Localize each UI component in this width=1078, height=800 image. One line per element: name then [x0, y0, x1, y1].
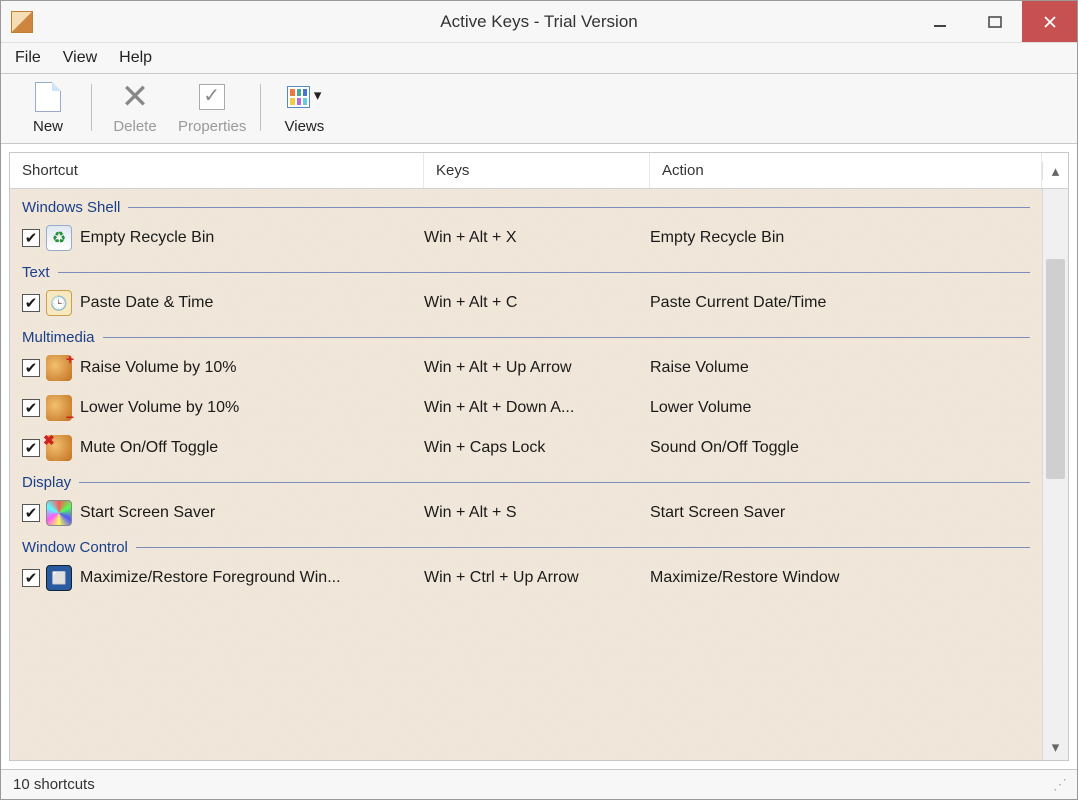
- max-icon: [46, 565, 72, 591]
- properties-label: Properties: [178, 118, 246, 135]
- shortcut-action: Paste Current Date/Time: [650, 294, 1042, 312]
- list-item[interactable]: ✔ Maximize/Restore Foreground Win...Win +…: [10, 558, 1042, 598]
- minimize-icon: [933, 15, 947, 29]
- group-divider: [58, 272, 1030, 273]
- views-label: Views: [285, 118, 325, 135]
- shortcut-action: Empty Recycle Bin: [650, 229, 1042, 247]
- voldown-icon: [46, 395, 72, 421]
- checkbox[interactable]: ✔: [22, 359, 40, 377]
- shortcut-list: Shortcut Keys Action ▴ Windows Shell ✔ Emp…: [9, 152, 1069, 761]
- saver-icon: [46, 500, 72, 526]
- minimize-button[interactable]: [912, 1, 967, 42]
- group-header[interactable]: Text: [10, 258, 1042, 283]
- group-header[interactable]: Display: [10, 468, 1042, 493]
- group-name: Window Control: [22, 539, 128, 556]
- shortcut-name: Raise Volume by 10%: [80, 359, 424, 377]
- menu-help[interactable]: Help: [119, 49, 152, 67]
- chevron-down-icon: ▾: [314, 86, 322, 104]
- window-controls: [912, 1, 1077, 42]
- shortcut-name: Maximize/Restore Foreground Win...: [80, 569, 424, 587]
- resize-grip-icon[interactable]: ⋰: [1053, 776, 1065, 793]
- clock-icon: [46, 290, 72, 316]
- toolbar: New ✕ Delete Properties ▾ Views: [1, 74, 1077, 144]
- shortcut-keys: Win + Alt + C: [424, 294, 650, 312]
- group-name: Multimedia: [22, 329, 95, 346]
- group-divider: [128, 207, 1030, 208]
- app-icon: [11, 11, 33, 33]
- list-item[interactable]: ✔ Lower Volume by 10%Win + Alt + Down A..…: [10, 388, 1042, 428]
- list-item[interactable]: ✔ Paste Date & TimeWin + Alt + CPaste Cur…: [10, 283, 1042, 323]
- recycle-icon: [46, 225, 72, 251]
- checkbox[interactable]: ✔: [22, 294, 40, 312]
- shortcut-action: Start Screen Saver: [650, 504, 1042, 522]
- new-label: New: [33, 118, 63, 135]
- maximize-icon: [988, 15, 1002, 29]
- close-button[interactable]: [1022, 1, 1077, 42]
- checkbox[interactable]: ✔: [22, 229, 40, 247]
- group-name: Windows Shell: [22, 199, 120, 216]
- column-headers: Shortcut Keys Action ▴: [10, 153, 1068, 189]
- group-divider: [79, 482, 1030, 483]
- statusbar: 10 shortcuts ⋰: [1, 769, 1077, 799]
- menubar: File View Help: [1, 43, 1077, 74]
- shortcut-action: Sound On/Off Toggle: [650, 439, 1042, 457]
- views-icon: [287, 86, 309, 108]
- delete-button[interactable]: ✕ Delete: [106, 80, 164, 135]
- group-name: Display: [22, 474, 71, 491]
- shortcut-keys: Win + Caps Lock: [424, 439, 650, 457]
- scrollbar-thumb[interactable]: [1046, 259, 1065, 479]
- shortcut-name: Empty Recycle Bin: [80, 229, 424, 247]
- shortcut-keys: Win + Alt + X: [424, 229, 650, 247]
- group-header[interactable]: Window Control: [10, 533, 1042, 558]
- titlebar: Active Keys - Trial Version: [1, 1, 1077, 43]
- list-body: Windows Shell✔Empty Recycle BinWin + Alt…: [10, 189, 1068, 760]
- checkbox[interactable]: ✔: [22, 569, 40, 587]
- checkbox[interactable]: ✔: [22, 504, 40, 522]
- properties-button[interactable]: Properties: [178, 80, 246, 135]
- shortcut-keys: Win + Ctrl + Up Arrow: [424, 569, 650, 587]
- column-shortcut[interactable]: Shortcut: [10, 153, 424, 188]
- mute-icon: [46, 435, 72, 461]
- volup-icon: [46, 355, 72, 381]
- delete-label: Delete: [113, 118, 156, 135]
- group-divider: [103, 337, 1030, 338]
- toolbar-separator: [91, 84, 92, 131]
- close-icon: [1043, 15, 1057, 29]
- maximize-button[interactable]: [967, 1, 1022, 42]
- list-item[interactable]: ✔ Start Screen SaverWin + Alt + SStart Sc…: [10, 493, 1042, 533]
- group-divider: [136, 547, 1030, 548]
- shortcut-name: Start Screen Saver: [80, 504, 424, 522]
- status-text: 10 shortcuts: [13, 776, 95, 793]
- column-keys[interactable]: Keys: [424, 153, 650, 188]
- checkbox[interactable]: ✔: [22, 439, 40, 457]
- menu-file[interactable]: File: [15, 49, 41, 67]
- new-button[interactable]: New: [19, 80, 77, 135]
- shortcut-name: Mute On/Off Toggle: [80, 439, 424, 457]
- shortcut-action: Raise Volume: [650, 359, 1042, 377]
- properties-icon: [199, 84, 225, 110]
- shortcut-name: Paste Date & Time: [80, 294, 424, 312]
- list-item[interactable]: ✔ Raise Volume by 10%Win + Alt + Up Arrow…: [10, 348, 1042, 388]
- views-button[interactable]: ▾ Views: [275, 80, 333, 135]
- shortcut-action: Maximize/Restore Window: [650, 569, 1042, 587]
- group-header[interactable]: Multimedia: [10, 323, 1042, 348]
- group-header[interactable]: Windows Shell: [10, 193, 1042, 218]
- column-action[interactable]: Action: [650, 153, 1042, 188]
- delete-icon: ✕: [121, 77, 150, 117]
- list-item[interactable]: ✔ Empty Recycle BinWin + Alt + XEmpty Rec…: [10, 218, 1042, 258]
- scroll-down-button[interactable]: ▾: [1043, 734, 1068, 760]
- checkbox[interactable]: ✔: [22, 399, 40, 417]
- shortcut-keys: Win + Alt + Down A...: [424, 399, 650, 417]
- scroll-up-stub[interactable]: ▴: [1042, 162, 1068, 180]
- toolbar-separator: [260, 84, 261, 131]
- shortcut-name: Lower Volume by 10%: [80, 399, 424, 417]
- list-item[interactable]: ✔ Mute On/Off ToggleWin + Caps LockSound …: [10, 428, 1042, 468]
- shortcut-keys: Win + Alt + Up Arrow: [424, 359, 650, 377]
- new-file-icon: [35, 82, 61, 112]
- group-name: Text: [22, 264, 50, 281]
- vertical-scrollbar[interactable]: ▾: [1042, 189, 1068, 760]
- menu-view[interactable]: View: [63, 49, 97, 67]
- shortcut-keys: Win + Alt + S: [424, 504, 650, 522]
- shortcut-action: Lower Volume: [650, 399, 1042, 417]
